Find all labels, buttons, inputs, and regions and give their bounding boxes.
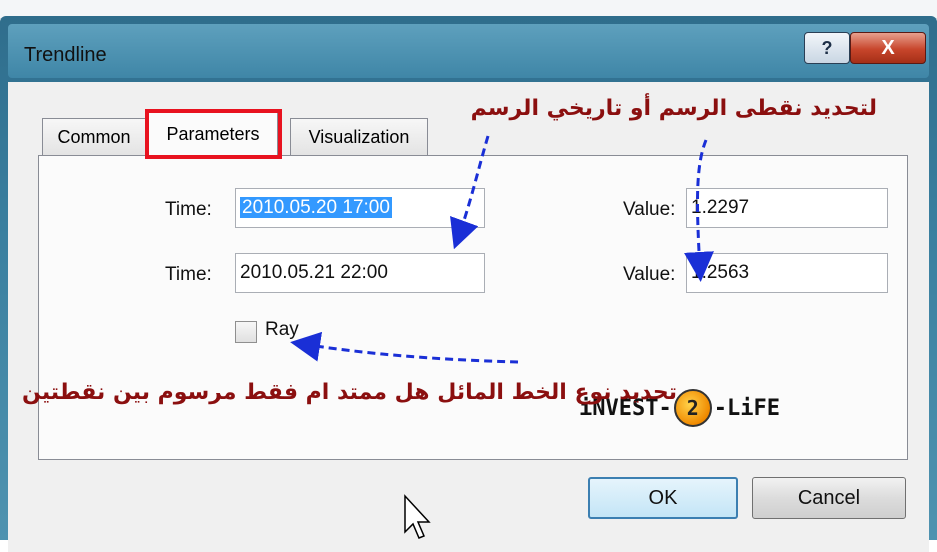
mouse-cursor-icon: [404, 494, 431, 539]
arrow-to-ray-checkbox: [290, 331, 519, 364]
arrow-to-time-fields: [450, 135, 490, 250]
arrow-to-value-fields: [683, 139, 714, 282]
parameters-tab-highlight: [145, 109, 282, 159]
annotation-arrows: [290, 135, 714, 539]
